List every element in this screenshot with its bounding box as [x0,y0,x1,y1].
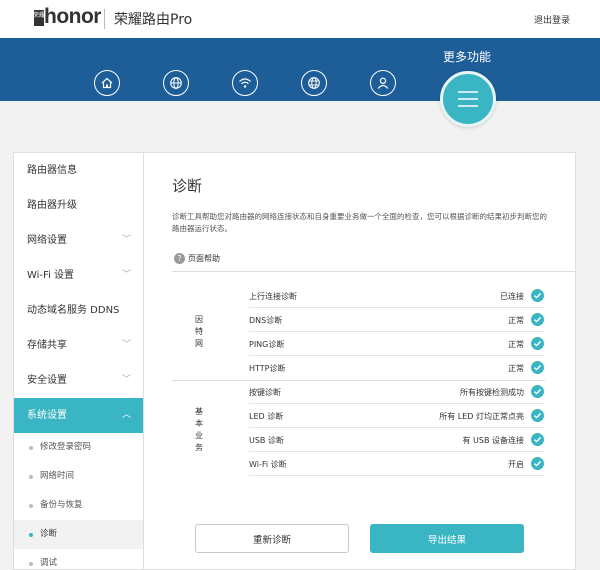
bullet-icon [29,504,33,508]
diag-status: 有 USB 设备连接 [462,436,524,445]
diag-name: 上行连接诊断 [249,292,297,301]
diag-row: LED 诊断 所有 LED 灯均正常点亮 [249,404,545,428]
sidebar-item-router-info[interactable]: 路由器信息 [14,153,143,188]
diag-name: USB 诊断 [249,436,284,445]
diag-name: Wi-Fi 诊断 [249,460,287,469]
sidebar-item-label: 路由器信息 [27,165,77,176]
sidebar-item-label: 路由器升级 [27,200,77,211]
brand-cn-text: 荣耀 [34,11,44,19]
sidebar-item-label: 安全设置 [27,375,67,386]
main-panel: 诊断 诊断工具帮助您对路由器的网络连接状态和自身重要业务做一个全面的检查，您可以… [143,152,577,570]
bullet-icon [29,562,33,566]
check-icon [531,361,544,374]
diag-row: DNS诊断 正常 [249,308,545,332]
sidebar-subitem-label: 诊断 [40,529,58,539]
sidebar-item-wifi-settings[interactable]: Wi-Fi 设置 ﹀ [14,258,143,293]
sidebar-item-label: 存储共享 [27,340,67,351]
export-results-button[interactable]: 导出结果 [370,524,524,553]
diag-status: 正常 [508,364,524,373]
divider [172,271,577,272]
globe-network-icon[interactable] [301,70,327,96]
bullet-icon [29,475,33,479]
honor-logo: honor [44,5,101,28]
sidebar-subitem-label: 备份与恢复 [40,500,83,510]
diag-status: 开启 [508,460,524,469]
sidebar-subitem-diagnosis[interactable]: 诊断 [14,520,143,549]
diag-status: 所有按键检测成功 [460,388,524,397]
sidebar-subitem-label: 调试 [40,558,58,568]
diag-name: DNS诊断 [249,316,283,325]
diag-row: Wi-Fi 诊断 开启 [249,452,545,476]
check-icon [531,385,544,398]
check-icon [531,337,544,350]
diag-name: PING诊断 [249,340,285,349]
rediagnose-button[interactable]: 重新诊断 [195,524,349,553]
chevron-down-icon: ﹀ [121,375,131,385]
chevron-up-icon: ︿ [121,410,131,420]
diag-name: 按键诊断 [249,388,281,397]
more-features-button[interactable] [440,71,496,127]
diag-row: 按键诊断 所有按键检测成功 [249,380,545,404]
diag-name: LED 诊断 [249,412,284,421]
logo-divider [104,9,105,29]
sidebar-subitem-change-password[interactable]: 修改登录密码 [14,433,143,462]
globe-icon[interactable] [163,70,189,96]
sidebar-item-storage-sharing[interactable]: 存储共享 ﹀ [14,328,143,363]
product-title: 荣耀路由Pro [114,12,193,28]
sidebar-item-router-upgrade[interactable]: 路由器升级 [14,188,143,223]
diag-status: 正常 [508,316,524,325]
honor-logo-mark: 荣耀 [34,10,44,26]
diag-status: 所有 LED 灯均正常点亮 [439,412,524,421]
diag-name: HTTP诊断 [249,364,286,373]
diag-status: 正常 [508,340,524,349]
more-features-label: 更多功能 [443,50,492,64]
diag-row: PING诊断 正常 [249,332,545,356]
check-icon [531,457,544,470]
sidebar-item-network-settings[interactable]: 网络设置 ﹀ [14,223,143,258]
top-header: 荣耀 honor 荣耀路由Pro 退出登录 [0,0,600,38]
group-label-basic-services: 基本业务 [192,406,206,454]
sidebar-item-label: 系统设置 [27,410,67,421]
sidebar-item-label: 动态域名服务 DDNS [27,305,120,316]
help-icon: ? [174,253,185,264]
sidebar-item-label: Wi-Fi 设置 [27,270,75,281]
page-title: 诊断 [172,177,203,195]
wifi-icon[interactable] [232,70,258,96]
chevron-down-icon: ﹀ [121,235,131,245]
sidebar-subitem-debug[interactable]: 调试 [14,549,143,569]
sidebar-subitem-label: 修改登录密码 [40,442,92,452]
bullet-icon [29,533,33,537]
sidebar-item-label: 网络设置 [27,235,67,246]
check-icon [531,289,544,302]
group-label-text: 基本业务 [195,407,203,452]
page-help-link[interactable]: ? 页面帮助 [174,253,220,264]
sidebar-item-ddns[interactable]: 动态域名服务 DDNS [14,293,143,328]
diag-row: USB 诊断 有 USB 设备连接 [249,428,545,452]
sidebar-subitem-label: 网络时间 [40,471,75,481]
chevron-down-icon: ﹀ [121,340,131,350]
menu-icon [458,91,478,107]
sidebar-item-security-settings[interactable]: 安全设置 ﹀ [14,363,143,398]
sidebar-subitem-network-time[interactable]: 网络时间 [14,462,143,491]
check-icon [531,433,544,446]
chevron-down-icon: ﹀ [121,270,131,280]
bullet-icon [29,446,33,450]
group-label-internet: 因特网 [192,314,206,350]
page-help-label: 页面帮助 [188,254,220,263]
nav-banner [0,38,600,101]
diag-status: 已连接 [500,292,524,301]
diag-row: 上行连接诊断 已连接 [249,284,545,308]
check-icon [531,313,544,326]
sidebar: 路由器信息 路由器升级 网络设置 ﹀ Wi-Fi 设置 ﹀ 动态域名服务 DDNS … [13,152,143,570]
page-description: 诊断工具帮助您对路由器的网络连接状态和自身重要业务做一个全面的检查，您可以根据诊… [172,212,547,233]
diag-row: HTTP诊断 正常 [249,356,545,380]
user-icon[interactable] [370,70,396,96]
home-icon[interactable] [94,70,120,96]
check-icon [531,409,544,422]
logout-link[interactable]: 退出登录 [534,13,570,26]
group-label-text: 因特网 [195,315,203,348]
sidebar-subitem-backup-restore[interactable]: 备份与恢复 [14,491,143,520]
sidebar-item-system-settings[interactable]: 系统设置 ︿ [14,398,143,433]
